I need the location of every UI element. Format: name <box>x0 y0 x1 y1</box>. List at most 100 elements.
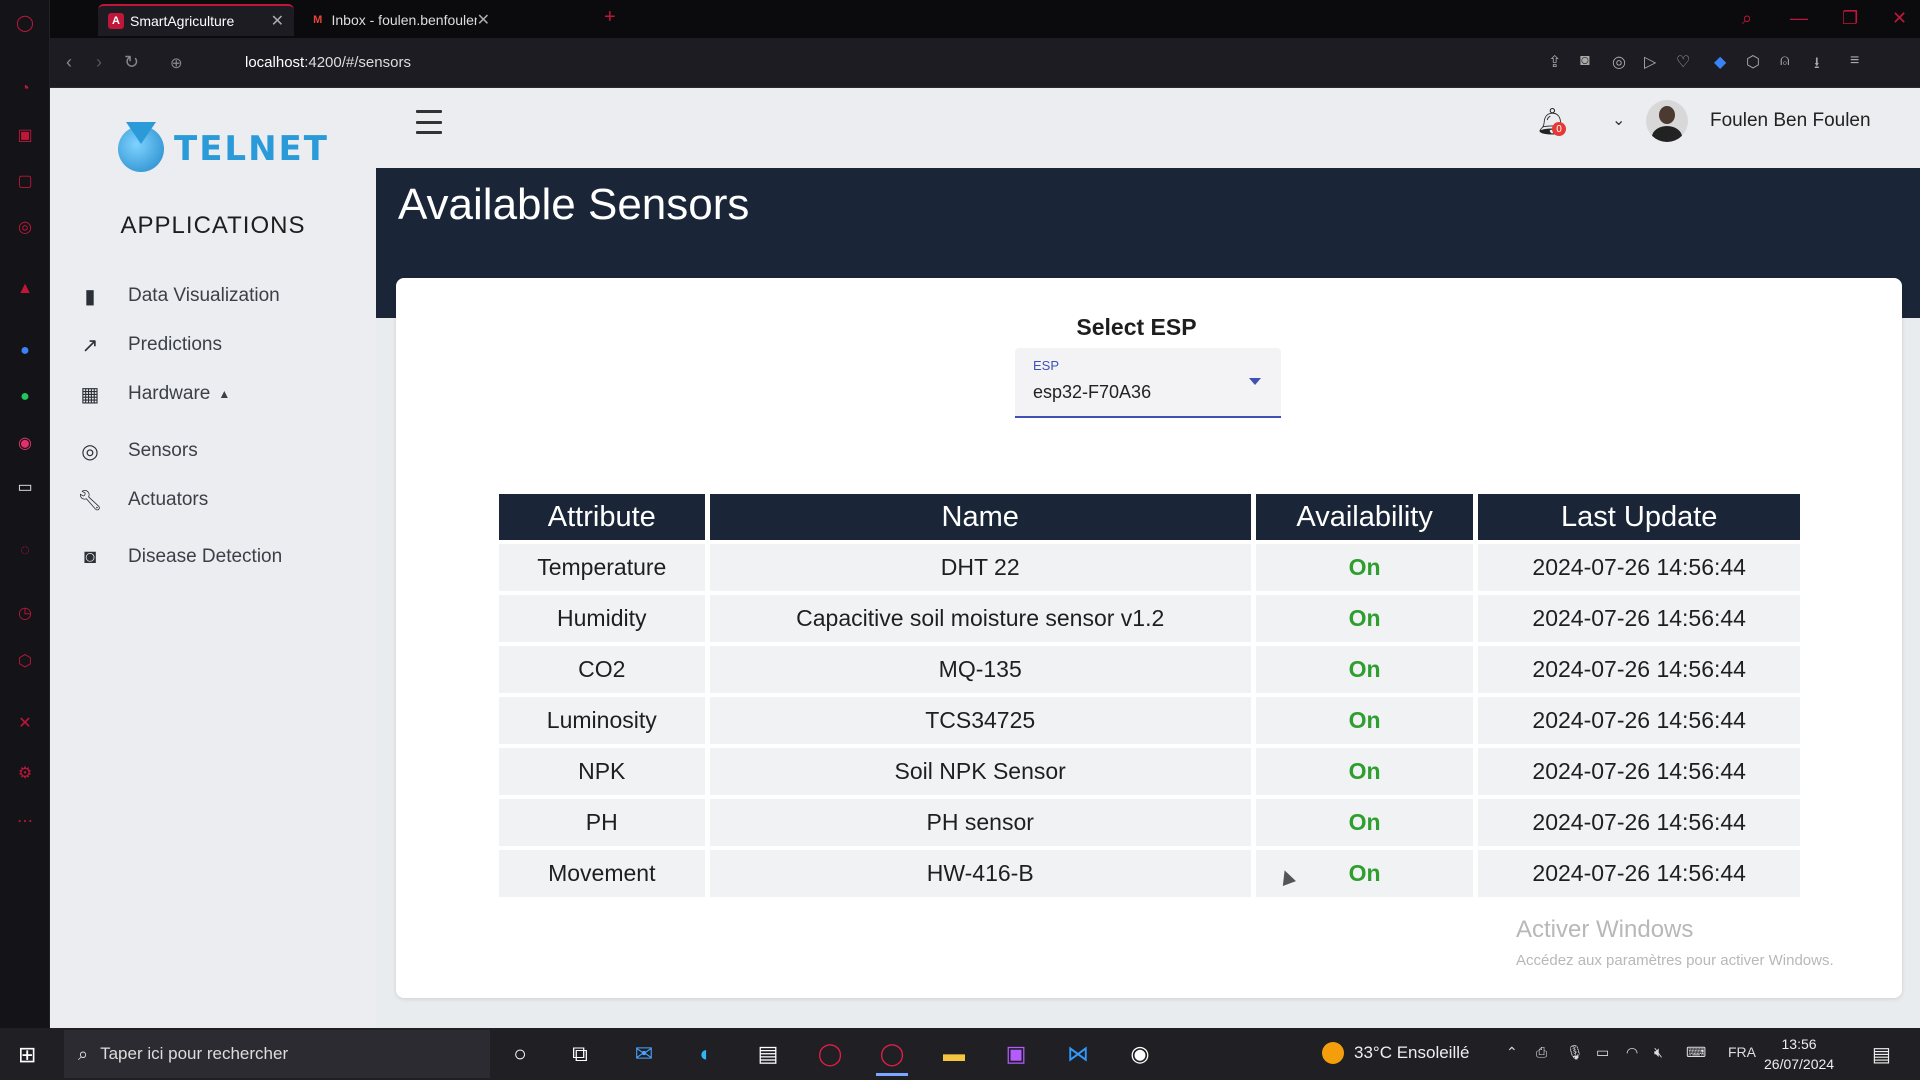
tray-device-icon[interactable]: ⎙ <box>1536 1044 1547 1061</box>
store-icon[interactable]: ▤ <box>752 1038 784 1070</box>
new-tab-icon[interactable]: + <box>604 6 616 29</box>
clock-icon[interactable]: ◷ <box>14 602 36 624</box>
profile-icon[interactable]: ⍝ <box>1780 52 1790 70</box>
system-clock[interactable]: 13:56 26/07/2024 <box>1764 1034 1834 1074</box>
weather-widget[interactable]: 33°C Ensoleillé <box>1322 1042 1469 1064</box>
more-icon[interactable]: ⋯ <box>14 810 36 832</box>
opera-gx-icon[interactable]: ◯ <box>876 1038 908 1076</box>
minimize-icon[interactable]: — <box>1790 8 1808 29</box>
back-icon[interactable]: ‹ <box>66 52 72 73</box>
cell-attribute: Humidity <box>499 595 705 642</box>
keyboard-icon[interactable]: ⌨ <box>1686 1044 1706 1061</box>
mail-icon[interactable]: ✉ <box>628 1038 660 1070</box>
sidebar-item-label: Disease Detection <box>128 546 283 567</box>
avatar[interactable] <box>1646 100 1688 142</box>
settings-icon[interactable]: ⚙ <box>14 762 36 784</box>
whatsapp-icon[interactable]: ● <box>14 386 36 408</box>
tab-smartagriculture[interactable]: A SmartAgriculture ✕ <box>98 4 294 36</box>
cell-last-update: 2024-07-26 14:56:44 <box>1478 850 1800 897</box>
sidebar-item-data-visualization[interactable]: ▮ Data Visualization <box>74 276 354 316</box>
url-field[interactable]: localhost:4200/#/sensors <box>245 54 411 71</box>
notification-center-icon[interactable]: ▤ <box>1872 1042 1891 1067</box>
close-window-icon[interactable]: ✕ <box>1892 8 1907 29</box>
cell-availability: On <box>1255 799 1474 846</box>
search-tabs-icon[interactable]: ⌕ <box>1742 8 1752 29</box>
messenger-icon[interactable]: ● <box>14 340 36 362</box>
windows-start-icon[interactable]: ⊞ <box>18 1042 36 1068</box>
intellij-icon[interactable]: ▣ <box>1000 1038 1032 1070</box>
caret-up-icon: ▲ <box>218 387 231 401</box>
volume-icon[interactable]: 🔇︎ <box>1654 1044 1663 1061</box>
tab-inbox[interactable]: M Inbox - foulen.benfoulen.t ✕ <box>300 4 500 36</box>
task-view-icon[interactable]: ⧉ <box>564 1038 596 1070</box>
extension-icon[interactable]: ✕ <box>14 712 36 734</box>
wifi-icon[interactable]: ◠ <box>1626 1044 1638 1061</box>
sensors-card: Select ESP ESP esp32-F70A36 Attribute Na… <box>396 278 1902 998</box>
cell-last-update: 2024-07-26 14:56:44 <box>1478 646 1800 693</box>
site-info-icon[interactable]: ⊕ <box>170 54 183 72</box>
sidebar-item-disease-detection[interactable]: ◙ Disease Detection <box>74 537 354 577</box>
box-icon[interactable]: ⬡ <box>14 650 36 672</box>
history-icon[interactable]: ◌ <box>14 540 36 562</box>
heart-icon[interactable]: ♡ <box>1676 52 1690 72</box>
clock-date: 26/07/2024 <box>1764 1056 1835 1072</box>
tray-chevron-icon[interactable]: ⌃ <box>1506 1044 1518 1061</box>
instagram-icon[interactable]: ◉ <box>14 432 36 454</box>
opera-logo-icon[interactable]: ◯ <box>14 12 36 34</box>
select-esp-label: Select ESP <box>1076 314 1197 340</box>
sidebar-item-sensors[interactable]: ◎ Sensors <box>74 431 354 471</box>
chevron-down-icon[interactable]: ⌄ <box>1612 110 1625 130</box>
message-icon[interactable]: ▭ <box>14 476 36 498</box>
sidebar-item-label: Data Visualization <box>128 285 280 306</box>
sidebar-item-label: Sensors <box>128 440 198 461</box>
cell-last-update: 2024-07-26 14:56:44 <box>1478 697 1800 744</box>
cell-name: Soil NPK Sensor <box>709 748 1251 795</box>
vscode-icon[interactable]: ⋈ <box>1062 1038 1094 1070</box>
easy-setup-icon[interactable]: ≡ <box>1850 52 1859 70</box>
sun-icon <box>1322 1042 1344 1064</box>
bag-icon[interactable]: ▣ <box>14 124 36 146</box>
speed-dial-icon[interactable]: ◔ <box>14 78 36 100</box>
cell-attribute: NPK <box>499 748 705 795</box>
play-icon[interactable]: ▷ <box>1644 52 1656 72</box>
column-header-last-update: Last Update <box>1478 494 1800 540</box>
snapshot-icon[interactable]: ◙ <box>1580 52 1590 70</box>
aria-icon[interactable]: ▲ <box>14 278 36 300</box>
adblock-icon[interactable]: ◎ <box>1612 52 1626 72</box>
forward-icon[interactable]: › <box>96 52 102 73</box>
sidebar-item-actuators[interactable]: 🔧︎ Actuators <box>74 480 354 520</box>
esp-select[interactable]: ESP esp32-F70A36 <box>1015 348 1281 418</box>
microphone-icon[interactable]: 🎙︎ <box>1566 1044 1584 1061</box>
taskbar-search-input[interactable]: ⌕ Taper ici pour rechercher <box>64 1030 490 1078</box>
language-indicator[interactable]: FRA <box>1728 1044 1756 1060</box>
share-icon[interactable]: ⇪ <box>1548 52 1561 72</box>
battery-icon[interactable]: ▭ <box>1596 1044 1609 1061</box>
download-icon[interactable]: ⭳ <box>1814 52 1820 79</box>
vpn-icon[interactable]: ◆ <box>1714 52 1726 72</box>
search-icon: ⌕ <box>78 1043 89 1064</box>
chrome-icon[interactable]: ◉ <box>1124 1038 1156 1070</box>
opera-icon[interactable]: ◯ <box>814 1038 846 1070</box>
column-header-availability: Availability <box>1255 494 1474 540</box>
applications-heading: APPLICATIONS <box>120 212 306 239</box>
edge-icon[interactable]: ◐ <box>690 1038 722 1070</box>
menu-toggle-button[interactable] <box>416 110 442 134</box>
chat-icon[interactable]: ▢ <box>14 170 36 192</box>
file-explorer-icon[interactable]: ▬ <box>938 1038 970 1070</box>
close-icon[interactable]: ✕ <box>271 11 284 31</box>
user-name[interactable]: Foulen Ben Foulen <box>1710 110 1871 132</box>
sidebar-item-hardware[interactable]: ▦ Hardware ▲ <box>74 374 354 414</box>
cube-icon[interactable]: ⬡ <box>1746 52 1760 72</box>
watermark-title: Activer Windows <box>1516 916 1694 943</box>
restore-icon[interactable]: ❐ <box>1842 8 1858 29</box>
reload-icon[interactable]: ↻ <box>124 52 139 73</box>
close-icon[interactable]: ✕ <box>477 10 490 30</box>
logo-text: TELNET <box>174 129 329 169</box>
clock-time: 13:56 <box>1781 1036 1817 1052</box>
sidebar-item-predictions[interactable]: ↗ Predictions <box>74 325 354 365</box>
ai-icon[interactable]: ◎ <box>14 216 36 238</box>
address-bar: ‹ › ↻ ⊕ localhost:4200/#/sensors ⇪ ◙ ◎ ▷… <box>50 38 1920 88</box>
telnet-logo[interactable]: TELNET <box>118 126 329 172</box>
cortana-icon[interactable]: ○ <box>504 1038 536 1070</box>
tab-title: SmartAgriculture <box>130 13 235 29</box>
